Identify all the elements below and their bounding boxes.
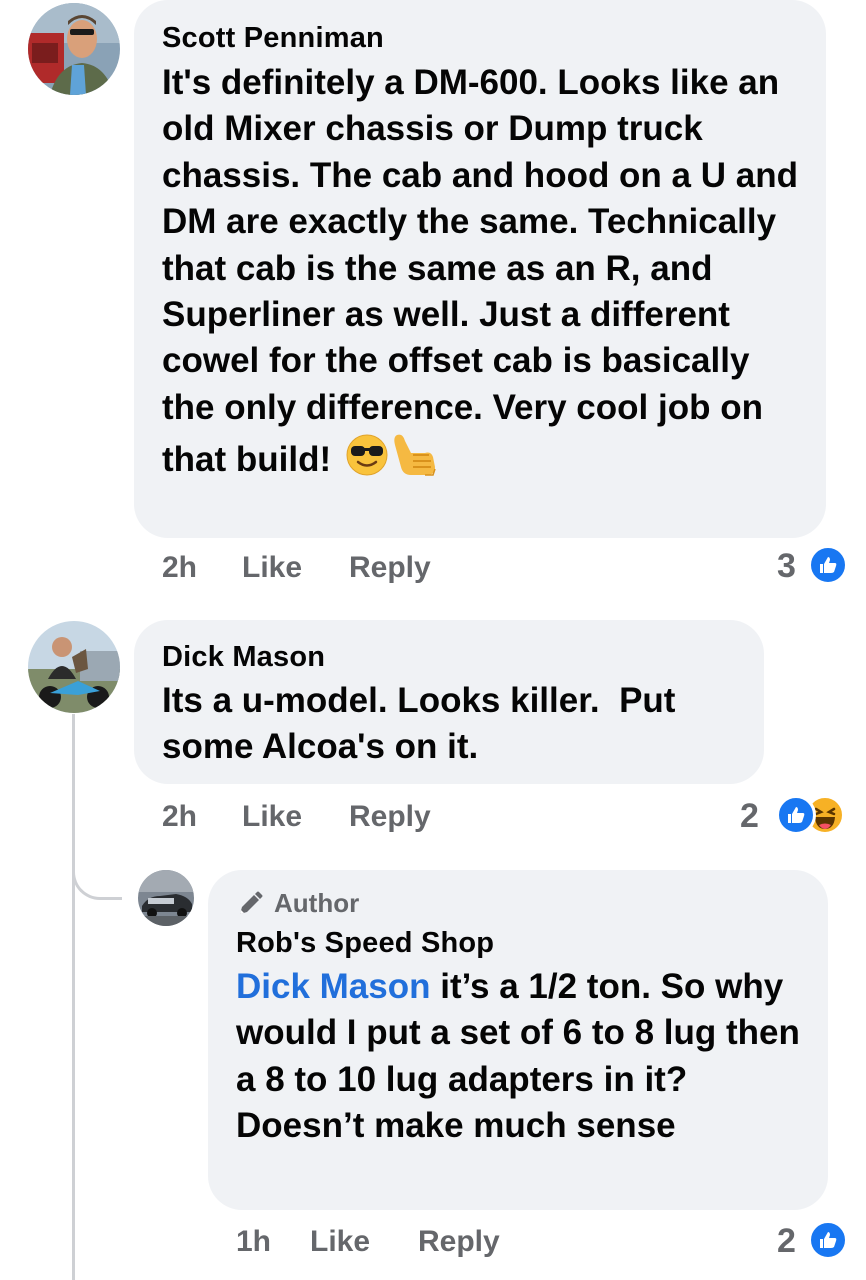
- like-button[interactable]: Like: [242, 551, 302, 585]
- reply-actions: 1h Like Reply: [236, 1225, 636, 1261]
- reply-button[interactable]: Reply: [349, 800, 431, 834]
- reaction-count: 2: [777, 1222, 796, 1260]
- comment-actions: 2h Like Reply: [162, 800, 562, 836]
- like-icon: [776, 795, 816, 835]
- like-button[interactable]: Like: [242, 800, 302, 834]
- reply-button[interactable]: Reply: [349, 551, 431, 585]
- avatar-dick-mason[interactable]: [28, 621, 120, 713]
- author-badge-label: Author: [274, 888, 360, 918]
- comment-timestamp[interactable]: 2h: [162, 800, 197, 834]
- comment-author-name[interactable]: Dick Mason: [162, 640, 325, 674]
- reaction-count: 2: [740, 797, 759, 835]
- comment-text: Its a u-model. Looks killer. Put some Al…: [162, 681, 686, 767]
- comment-bubble: Scott Penniman It's definitely a DM-600.…: [134, 0, 826, 538]
- like-button[interactable]: Like: [310, 1225, 370, 1259]
- like-icon: [808, 545, 848, 585]
- reaction-summary[interactable]: 2: [740, 795, 860, 839]
- thread-connector-line: [72, 714, 75, 1280]
- comment-actions: 2h Like Reply: [162, 551, 562, 587]
- thread-connector-curve: [72, 850, 122, 900]
- reaction-count: 3: [777, 547, 796, 585]
- reply-button[interactable]: Reply: [418, 1225, 500, 1259]
- avatar-scott-penniman[interactable]: [28, 3, 120, 95]
- comment-text: It's definitely a DM-600. Looks like an …: [162, 60, 810, 492]
- reaction-summary[interactable]: 2: [775, 1220, 855, 1264]
- reply-bubble: Author Rob's Speed Shop Dick Mason it’s …: [208, 870, 828, 1210]
- call-me-hand-emoji-icon: [389, 431, 439, 491]
- reply-author-name[interactable]: Rob's Speed Shop: [236, 926, 494, 960]
- sunglasses-emoji-icon: [345, 433, 389, 489]
- reaction-summary[interactable]: 3: [775, 545, 855, 589]
- comment-bubble: Dick Mason Its a u-model. Looks killer. …: [134, 620, 764, 784]
- pencil-icon: [236, 890, 264, 923]
- reply-timestamp[interactable]: 1h: [236, 1225, 271, 1259]
- comment-timestamp[interactable]: 2h: [162, 551, 197, 585]
- mention-link[interactable]: Dick Mason: [236, 967, 431, 1006]
- comment-text-body: It's definitely a DM-600. Looks like an …: [162, 63, 798, 480]
- reply-text: Dick Mason it’s a 1/2 ton. So why would …: [236, 964, 816, 1150]
- like-icon: [808, 1220, 848, 1260]
- comment-author-name[interactable]: Scott Penniman: [162, 21, 384, 55]
- avatar-robs-speed-shop[interactable]: [138, 870, 194, 926]
